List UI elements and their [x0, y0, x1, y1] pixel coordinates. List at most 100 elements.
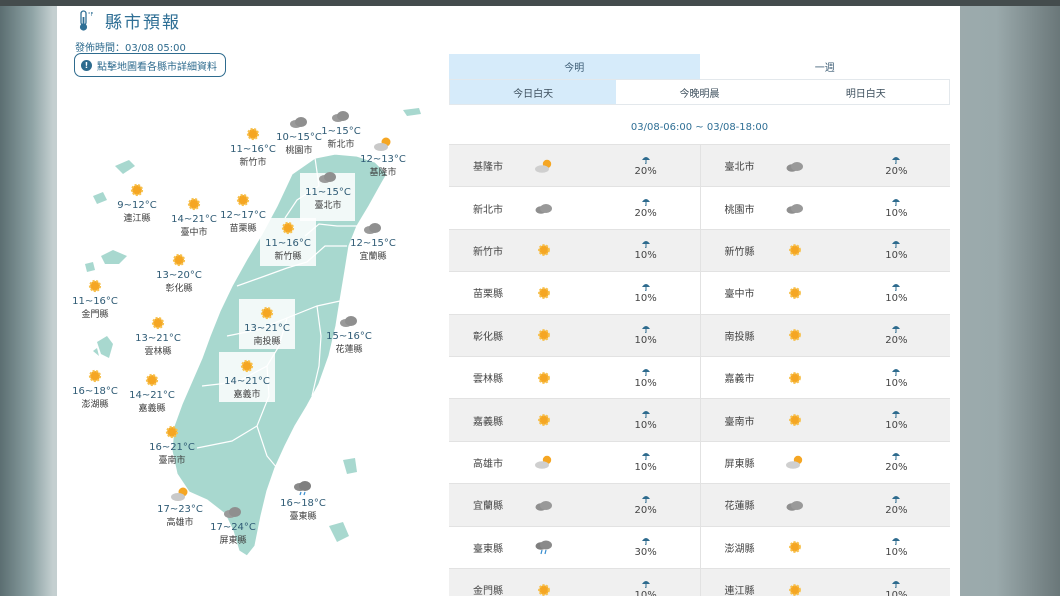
county-name: 新北市	[473, 204, 503, 216]
umbrella-icon	[892, 283, 901, 291]
forecast-cell[interactable]: 澎湖縣 10%	[699, 526, 951, 568]
forecast-cell[interactable]: 嘉義市 10%	[699, 356, 951, 399]
forecast-cell[interactable]: 臺中市 10%	[699, 272, 951, 314]
forecast-table: 基隆市 20% 臺北市 20% 新北市 20% 桃園市 10% 新竹市 10% 新竹縣 10% 苗栗縣 1…	[449, 144, 950, 596]
county-name: 嘉義市	[724, 374, 755, 386]
partly-cloudy-icon	[534, 159, 552, 173]
map-city-name: 基隆市	[369, 168, 397, 178]
map-city-temp: 16~18°C	[280, 498, 326, 509]
map-city-temp: 14~21°C	[129, 390, 175, 401]
sunny-icon	[88, 279, 102, 293]
sunny-icon	[789, 371, 801, 384]
map-city-hualien[interactable]: 15~16°C 花蓮縣	[314, 313, 384, 355]
forecast-cell[interactable]: 臺東縣 30%	[449, 527, 700, 568]
tab-week[interactable]: 一週	[700, 54, 951, 79]
cloudy-icon	[224, 507, 241, 518]
rain-probability: 10%	[843, 409, 950, 431]
rain-probability: 30%	[592, 536, 700, 558]
map-city-name: 宜蘭縣	[359, 252, 387, 262]
table-row: 新竹市 10% 新竹縣 10%	[449, 229, 951, 273]
county-name: 新竹市	[473, 246, 503, 258]
map-city-hsinchu-city[interactable]: 11~16°C 新竹市	[218, 126, 288, 168]
sunny-icon	[240, 359, 254, 373]
forecast-cell[interactable]: 新竹縣 10%	[699, 229, 951, 272]
table-row: 基隆市 20% 臺北市 20%	[449, 145, 951, 188]
map-city-changhua[interactable]: 13~20°C 彰化縣	[144, 252, 214, 294]
county-name: 新竹縣	[724, 246, 755, 258]
map-hint-button[interactable]: ! 點擊地圖看各縣市詳細資料	[74, 53, 226, 77]
umbrella-icon	[641, 368, 650, 376]
forecast-cell[interactable]: 新竹市 10%	[449, 230, 700, 271]
rain-probability: 20%	[843, 155, 950, 177]
county-name: 連江縣	[724, 586, 755, 596]
forecast-cell[interactable]: 連江縣 10%	[699, 568, 951, 596]
forecast-cell[interactable]: 臺南市 10%	[699, 399, 951, 441]
rain-probability: 20%	[843, 451, 950, 473]
map-city-name: 新竹縣	[274, 252, 302, 262]
sunny-icon	[537, 329, 550, 342]
map-city-chiayi-county[interactable]: 14~21°C 嘉義縣	[117, 372, 187, 414]
map-city-temp: 12~13°C	[360, 154, 406, 165]
umbrella-icon	[641, 326, 650, 334]
forecast-cell[interactable]: 高雄市 10%	[449, 442, 700, 483]
forecast-cell[interactable]: 南投縣 20%	[699, 314, 951, 356]
map-city-yunlin[interactable]: 13~21°C 雲林縣	[123, 315, 193, 357]
rain-cloud-icon	[294, 481, 311, 496]
map-city-kinmen[interactable]: 11~16°C 金門縣	[60, 278, 130, 320]
forecast-cell[interactable]: 苗栗縣 10%	[449, 272, 700, 313]
county-name: 臺北市	[724, 162, 755, 174]
tab-today-tomorrow[interactable]: 今明	[449, 54, 700, 79]
forecast-cell[interactable]: 屏東縣 20%	[699, 441, 951, 484]
forecast-cell[interactable]: 臺北市 20%	[699, 145, 951, 187]
forecast-cell[interactable]: 基隆市 20%	[449, 145, 700, 186]
subtab-today-daytime[interactable]: 今日白天	[450, 80, 617, 104]
subtab-tonight[interactable]: 今晚明晨	[616, 80, 783, 104]
partly-cloudy-icon	[171, 487, 188, 501]
forecast-cell[interactable]: 嘉義縣 10%	[449, 399, 700, 440]
county-name: 桃園市	[724, 204, 755, 216]
county-name: 高雄市	[473, 458, 503, 470]
forecast-cell[interactable]: 花蓮縣 20%	[699, 484, 951, 526]
umbrella-icon	[641, 411, 650, 419]
map-city-taipei[interactable]: 11~15°C 臺北市	[293, 169, 363, 211]
map-city-name: 臺東縣	[289, 512, 317, 522]
table-row: 彰化縣 10% 南投縣 20%	[449, 314, 951, 357]
sunny-icon	[172, 253, 186, 267]
map-city-hsinchu-county[interactable]: 11~16°C 新竹縣	[253, 220, 323, 262]
rain-probability: 20%	[592, 197, 700, 219]
sunny-icon	[789, 286, 801, 299]
rain-percent: 10%	[634, 335, 657, 347]
rain-cloud-icon	[535, 540, 552, 555]
map-city-nantou[interactable]: 13~21°C 南投縣	[232, 305, 302, 347]
cloudy-icon	[364, 223, 381, 234]
forecast-cell[interactable]: 新北市 20%	[449, 187, 700, 228]
forecast-cell[interactable]: 彰化縣 10%	[449, 315, 700, 356]
forecast-cell[interactable]: 宜蘭縣 20%	[449, 484, 700, 525]
map-city-tainan[interactable]: 16~21°C 臺南市	[137, 424, 207, 466]
sunny-icon	[260, 306, 274, 320]
county-name: 苗栗縣	[473, 289, 503, 301]
forecast-cell[interactable]: 雲林縣 10%	[449, 357, 700, 398]
umbrella-icon	[892, 326, 901, 334]
county-name: 基隆市	[473, 162, 503, 174]
county-name: 臺南市	[724, 416, 755, 428]
rain-percent: 20%	[885, 165, 908, 177]
sunny-icon	[281, 221, 295, 235]
subtab-tomorrow-daytime[interactable]: 明日白天	[782, 80, 949, 104]
forecast-cell[interactable]: 金門縣 10%	[449, 569, 700, 596]
info-icon: !	[81, 59, 92, 71]
rain-probability: 10%	[592, 451, 700, 473]
umbrella-icon	[641, 156, 650, 164]
sunny-icon	[130, 183, 144, 197]
map-city-pingtung[interactable]: 17~24°C 屏東縣	[198, 504, 268, 546]
map-city-taitung[interactable]: 16~18°C 臺東縣	[268, 480, 338, 522]
map-city-name: 桃園市	[285, 146, 313, 156]
map-city-yilan[interactable]: 12~15°C 宜蘭縣	[338, 220, 408, 262]
map-city-chiayi-city[interactable]: 14~21°C 嘉義市	[212, 358, 282, 400]
sunny-icon	[537, 583, 550, 596]
rain-probability: 20%	[843, 494, 950, 516]
umbrella-icon	[892, 538, 901, 546]
forecast-cell[interactable]: 桃園市 10%	[699, 187, 951, 229]
county-name: 金門縣	[473, 586, 503, 596]
county-name: 臺中市	[724, 289, 755, 301]
